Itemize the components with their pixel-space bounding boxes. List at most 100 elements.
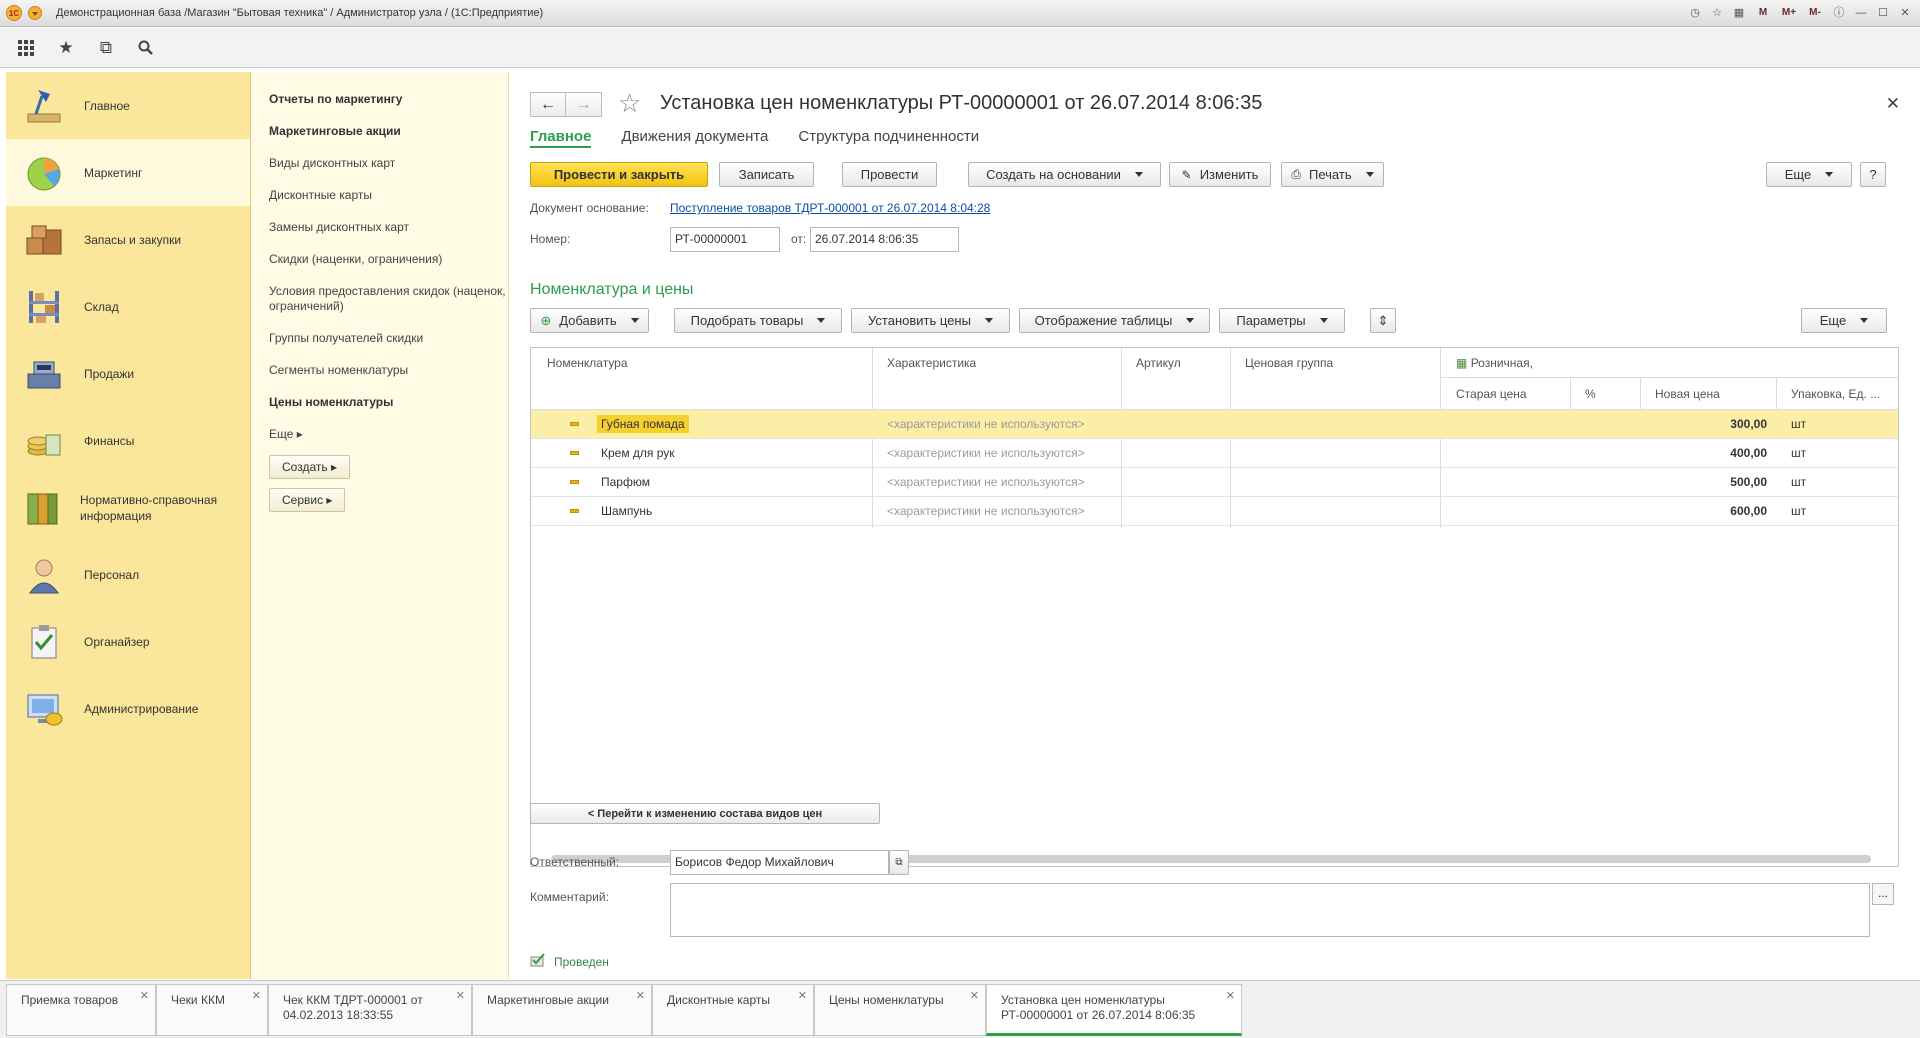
apps-grid-icon[interactable] [16, 38, 36, 58]
commands-more-link[interactable]: Еще ▸ [269, 427, 508, 441]
command-nomenclature-segments[interactable]: Сегменты номенклатуры [269, 363, 508, 378]
set-prices-button[interactable]: Установить цены [851, 308, 1010, 333]
command-nomenclature-prices[interactable]: Цены номенклатуры [269, 395, 508, 410]
table-row[interactable]: Шампунь <характеристики не используются>… [531, 497, 1898, 526]
shelf-icon [22, 285, 66, 329]
date-field[interactable]: 26.07.2014 8:06:35 [810, 227, 959, 252]
window-tab-price-setting[interactable]: Установка цен номенклатуры РТ-00000001 от… [986, 984, 1242, 1036]
calendar-icon[interactable]: ▦ [1730, 4, 1748, 22]
favorites-icon[interactable]: ☆ [1708, 4, 1726, 22]
command-discount-cards[interactable]: Дисконтные карты [269, 188, 508, 203]
command-marketing-reports[interactable]: Отчеты по маркетингу [269, 92, 508, 107]
window-tab-kkm-receipts[interactable]: Чеки ККМ ✕ [156, 984, 268, 1036]
window-tab-marketing-campaigns[interactable]: Маркетинговые акции ✕ [472, 984, 652, 1036]
close-tab-icon[interactable]: ✕ [456, 989, 465, 1004]
save-button[interactable]: Записать [719, 162, 814, 187]
cell-characteristic: <характеристики не используются> [887, 475, 1085, 489]
create-based-on-button[interactable]: Создать на основании [968, 162, 1161, 187]
add-row-button[interactable]: ⊕ Добавить [530, 308, 649, 333]
column-header-nomenclature[interactable]: Номенклатура [547, 356, 628, 370]
section-organizer[interactable]: Органайзер [6, 608, 250, 675]
minimize-icon[interactable]: — [1852, 4, 1870, 22]
pick-goods-button[interactable]: Подобрать товары [674, 308, 842, 333]
go-to-price-types-button[interactable]: < Перейти к изменению состава видов цен [530, 803, 880, 824]
section-stock-purchases[interactable]: Запасы и закупки [6, 206, 250, 273]
section-main[interactable]: Главное [6, 72, 250, 139]
close-form-icon[interactable]: ✕ [1886, 94, 1900, 114]
comment-field[interactable] [670, 883, 1870, 937]
section-personnel[interactable]: Персонал [6, 541, 250, 608]
history-icon[interactable]: ◷ [1686, 4, 1704, 22]
memory-plus-button[interactable]: M+ [1778, 4, 1800, 22]
tab-main[interactable]: Главное [530, 128, 592, 148]
post-and-close-button[interactable]: Провести и закрыть [530, 162, 708, 187]
table-row[interactable]: Губная помада <характеристики не использ… [531, 410, 1898, 439]
close-tab-icon[interactable]: ✕ [636, 989, 645, 1004]
table-row[interactable]: Парфюм <характеристики не используются> … [531, 468, 1898, 497]
close-window-icon[interactable]: ✕ [1896, 4, 1914, 22]
window-tab-goods-receipt[interactable]: Приемка товаров ✕ [6, 984, 156, 1036]
help-button[interactable]: ? [1860, 162, 1886, 187]
comment-expand-button[interactable]: ... [1872, 883, 1894, 905]
close-tab-icon[interactable]: ✕ [970, 989, 979, 1004]
create-menu-button[interactable]: Создать ▸ [269, 455, 350, 479]
column-header-new-price[interactable]: Новая цена [1655, 387, 1720, 401]
table-row[interactable]: Крем для рук <характеристики не использу… [531, 439, 1898, 468]
number-field[interactable]: РТ-00000001 [670, 227, 780, 252]
section-marketing[interactable]: Маркетинг [6, 139, 250, 206]
search-icon[interactable] [136, 38, 156, 58]
maximize-icon[interactable]: ☐ [1874, 4, 1892, 22]
column-header-old-price[interactable]: Старая цена [1456, 387, 1527, 401]
close-tab-icon[interactable]: ✕ [1226, 989, 1235, 1004]
column-resize-icon[interactable]: ⇕ [1370, 308, 1396, 333]
section-reference-info[interactable]: Нормативно-справочная информация [6, 474, 250, 541]
info-icon[interactable]: ⓘ [1830, 4, 1848, 22]
command-discount-conditions[interactable]: Условия предоставления скидок (наценок, … [269, 284, 508, 314]
app-logo-icon[interactable]: 1С [6, 5, 22, 21]
tab-subordination-structure[interactable]: Структура подчиненности [798, 128, 979, 148]
window-tab-kkm-receipt[interactable]: Чек ККМ ТДРТ-000001 от 04.02.2013 18:33:5… [268, 984, 472, 1036]
section-finance[interactable]: Финансы [6, 407, 250, 474]
column-header-price-group[interactable]: Ценовая группа [1245, 356, 1333, 370]
close-tab-icon[interactable]: ✕ [798, 989, 807, 1004]
column-header-price-type[interactable]: ▦ Розничная, [1456, 356, 1533, 370]
column-header-percent[interactable]: % [1585, 387, 1596, 401]
section-sales[interactable]: Продажи [6, 340, 250, 407]
clipboard-icon [22, 620, 66, 664]
column-header-packing[interactable]: Упаковка, Ед. ... [1791, 387, 1880, 401]
service-menu-button[interactable]: Сервис ▸ [269, 488, 346, 512]
open-responsible-icon[interactable]: ⧉ [889, 850, 909, 875]
window-tab-nomenclature-prices[interactable]: Цены номенклатуры ✕ [814, 984, 986, 1036]
main-menu-icon[interactable] [28, 6, 42, 20]
close-tab-icon[interactable]: ✕ [140, 989, 149, 1004]
table-more-button[interactable]: Еще [1801, 308, 1887, 333]
edit-button[interactable]: ✎ Изменить [1169, 162, 1271, 187]
memory-button[interactable]: M [1752, 4, 1774, 22]
window-tab-discount-cards[interactable]: Дисконтные карты ✕ [652, 984, 814, 1036]
post-button[interactable]: Провести [842, 162, 937, 187]
command-marketing-campaigns[interactable]: Маркетинговые акции [269, 124, 508, 139]
star-icon[interactable]: ★ [56, 38, 76, 58]
command-discount-recipient-groups[interactable]: Группы получателей скидки [269, 331, 508, 346]
print-button[interactable]: ⎙ Печать [1281, 162, 1384, 187]
responsible-field[interactable]: Борисов Федор Михайлович [670, 850, 889, 875]
command-discount-card-types[interactable]: Виды дисконтных карт [269, 156, 508, 171]
back-arrow-icon[interactable]: ← [530, 92, 566, 117]
section-administration[interactable]: Администрирование [6, 675, 250, 742]
memory-minus-button[interactable]: M- [1804, 4, 1826, 22]
favorite-star-icon[interactable]: ☆ [618, 88, 641, 119]
column-header-article[interactable]: Артикул [1136, 356, 1181, 370]
forward-arrow-icon[interactable]: → [566, 92, 602, 117]
plus-circle-icon: ⊕ [540, 312, 552, 328]
command-discounts[interactable]: Скидки (наценки, ограничения) [269, 252, 508, 267]
parameters-button[interactable]: Параметры [1219, 308, 1345, 333]
close-tab-icon[interactable]: ✕ [252, 989, 261, 1004]
table-display-button[interactable]: Отображение таблицы [1019, 308, 1210, 333]
basis-document-link[interactable]: Поступление товаров ТДРТ-000001 от 26.07… [670, 201, 990, 215]
more-actions-button[interactable]: Еще [1766, 162, 1852, 187]
history-copy-icon[interactable]: ⧉ [96, 38, 116, 58]
section-warehouse[interactable]: Склад [6, 273, 250, 340]
column-header-characteristic[interactable]: Характеристика [887, 356, 976, 370]
command-discount-card-replacements[interactable]: Замены дисконтных карт [269, 220, 508, 235]
tab-document-movements[interactable]: Движения документа [621, 128, 768, 148]
